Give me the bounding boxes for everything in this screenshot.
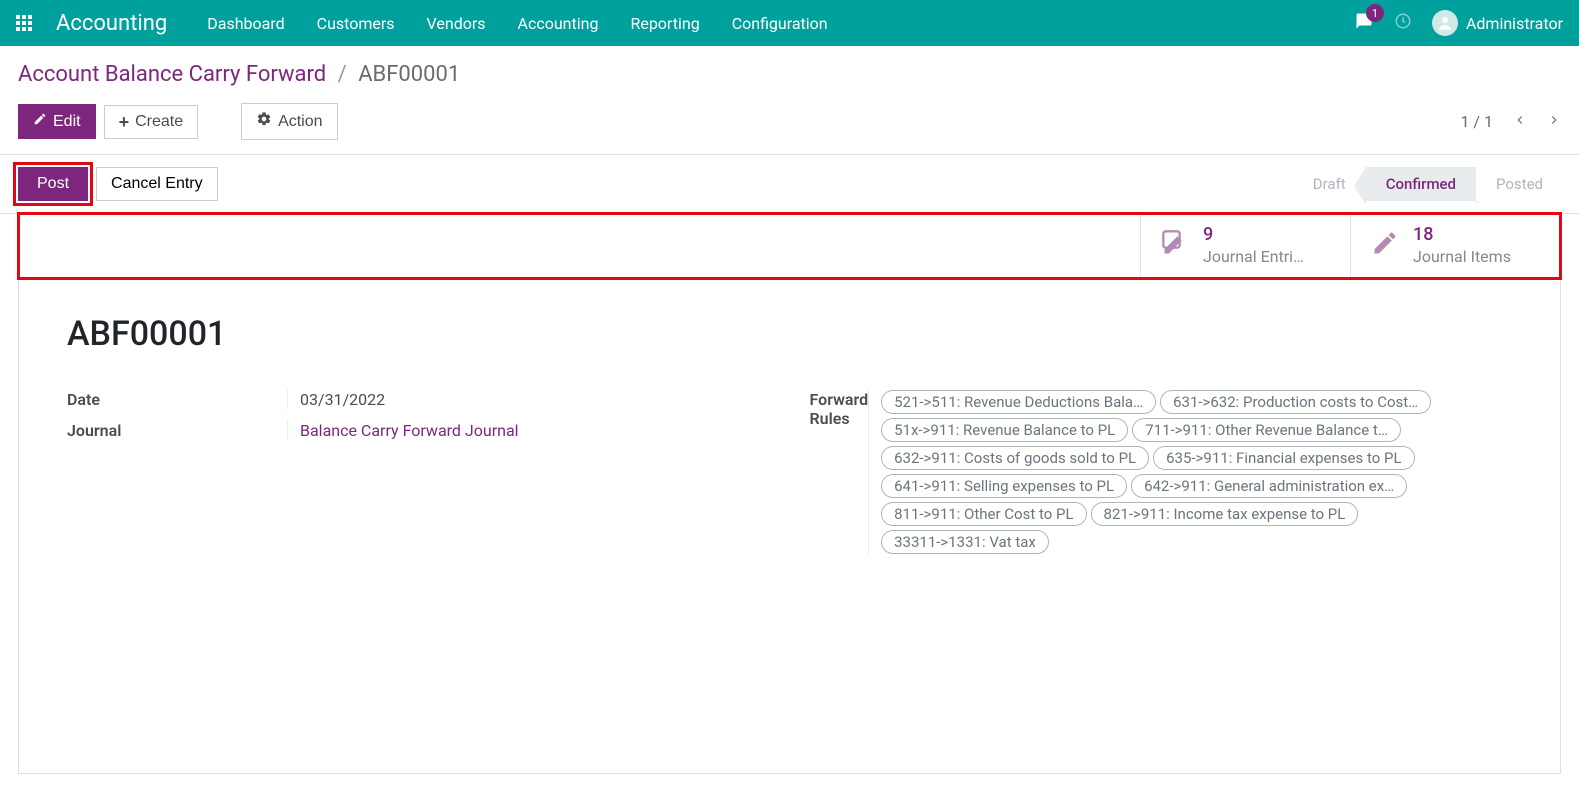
rule-tag[interactable]: 521->511: Revenue Deductions Bala… <box>881 390 1156 414</box>
status-steps: Draft Confirmed Posted <box>1293 167 1563 201</box>
gear-icon <box>256 111 272 132</box>
stat-entries-count: 9 <box>1203 224 1304 247</box>
rule-tag[interactable]: 811->911: Other Cost to PL <box>881 502 1086 526</box>
pager-text: 1 / 1 <box>1460 112 1493 131</box>
user-menu[interactable]: Administrator <box>1432 10 1563 36</box>
edit-button[interactable]: Edit <box>18 104 96 139</box>
apps-icon[interactable] <box>16 15 32 31</box>
form-col-left: Date 03/31/2022 Journal Balance Carry Fo… <box>67 384 770 560</box>
activity-icon[interactable] <box>1394 12 1412 34</box>
status-bar: Post Cancel Entry Draft Confirmed Posted <box>0 155 1579 214</box>
create-label: Create <box>135 113 183 131</box>
stat-entries-label: Journal Entri… <box>1203 247 1304 267</box>
topbar: Accounting Dashboard Customers Vendors A… <box>0 0 1579 46</box>
pager-next[interactable] <box>1547 112 1561 131</box>
nav-configuration[interactable]: Configuration <box>732 14 828 33</box>
form-sheet: 9 Journal Entri… 18 Journal Items ABF000… <box>18 214 1561 774</box>
nav-vendors[interactable]: Vendors <box>427 14 486 33</box>
label-date: Date <box>67 390 287 409</box>
stat-bar: 9 Journal Entri… 18 Journal Items <box>19 214 1560 278</box>
value-date: 03/31/2022 <box>287 390 770 409</box>
action-label: Action <box>278 113 322 131</box>
breadcrumb-parent[interactable]: Account Balance Carry Forward <box>18 62 326 87</box>
journal-entries-icon <box>1161 229 1189 261</box>
rule-tag[interactable]: 632->911: Costs of goods sold to PL <box>881 446 1149 470</box>
status-confirmed[interactable]: Confirmed <box>1366 167 1476 201</box>
stat-journal-items[interactable]: 18 Journal Items <box>1350 214 1560 277</box>
cancel-entry-button[interactable]: Cancel Entry <box>96 167 218 201</box>
forward-rules-tags: 521->511: Revenue Deductions Bala… 631->… <box>868 390 1512 554</box>
journal-items-icon <box>1371 229 1399 261</box>
nav-reporting[interactable]: Reporting <box>630 14 699 33</box>
nav-links: Dashboard Customers Vendors Accounting R… <box>207 14 827 33</box>
app-name[interactable]: Accounting <box>56 11 167 36</box>
pencil-icon <box>33 112 47 131</box>
value-journal[interactable]: Balance Carry Forward Journal <box>287 421 770 440</box>
post-button[interactable]: Post <box>18 167 88 201</box>
rule-tag[interactable]: 642->911: General administration ex… <box>1131 474 1407 498</box>
plus-icon: + <box>119 115 130 129</box>
breadcrumb: Account Balance Carry Forward / ABF00001 <box>18 62 1561 87</box>
pager-prev[interactable] <box>1513 112 1527 131</box>
nav-dashboard[interactable]: Dashboard <box>207 14 284 33</box>
stat-journal-entries[interactable]: 9 Journal Entri… <box>1140 214 1350 277</box>
form-grid: Date 03/31/2022 Journal Balance Carry Fo… <box>19 384 1560 560</box>
user-name: Administrator <box>1466 14 1563 33</box>
form-col-right: Forward Rules 521->511: Revenue Deductio… <box>810 384 1513 560</box>
stat-items-label: Journal Items <box>1413 247 1511 267</box>
record-title: ABF00001 <box>19 278 1560 384</box>
topbar-right: 1 Administrator <box>1354 10 1563 36</box>
label-forward-rules: Forward Rules <box>810 390 869 554</box>
rule-tag[interactable]: 711->911: Other Revenue Balance t… <box>1132 418 1401 442</box>
create-button[interactable]: + Create <box>104 105 199 139</box>
pager: 1 / 1 <box>1460 112 1561 131</box>
stat-items-count: 18 <box>1413 224 1511 247</box>
nav-customers[interactable]: Customers <box>317 14 395 33</box>
rule-tag[interactable]: 635->911: Financial expenses to PL <box>1153 446 1414 470</box>
rule-tag[interactable]: 33311->1331: Vat tax <box>881 530 1049 554</box>
rule-tag[interactable]: 641->911: Selling expenses to PL <box>881 474 1127 498</box>
messages-icon[interactable]: 1 <box>1354 12 1374 34</box>
control-panel: Account Balance Carry Forward / ABF00001… <box>0 46 1579 154</box>
label-journal: Journal <box>67 421 287 440</box>
breadcrumb-current: ABF00001 <box>358 62 460 87</box>
avatar-icon <box>1432 10 1458 36</box>
rule-tag[interactable]: 51x->911: Revenue Balance to PL <box>881 418 1128 442</box>
edit-label: Edit <box>53 113 81 131</box>
rule-tag[interactable]: 631->632: Production costs to Cost… <box>1160 390 1431 414</box>
breadcrumb-sep: / <box>338 62 347 87</box>
messages-badge: 1 <box>1366 4 1384 22</box>
action-button[interactable]: Action <box>241 103 337 140</box>
rule-tag[interactable]: 821->911: Income tax expense to PL <box>1091 502 1359 526</box>
nav-accounting[interactable]: Accounting <box>518 14 599 33</box>
status-posted[interactable]: Posted <box>1476 167 1563 201</box>
